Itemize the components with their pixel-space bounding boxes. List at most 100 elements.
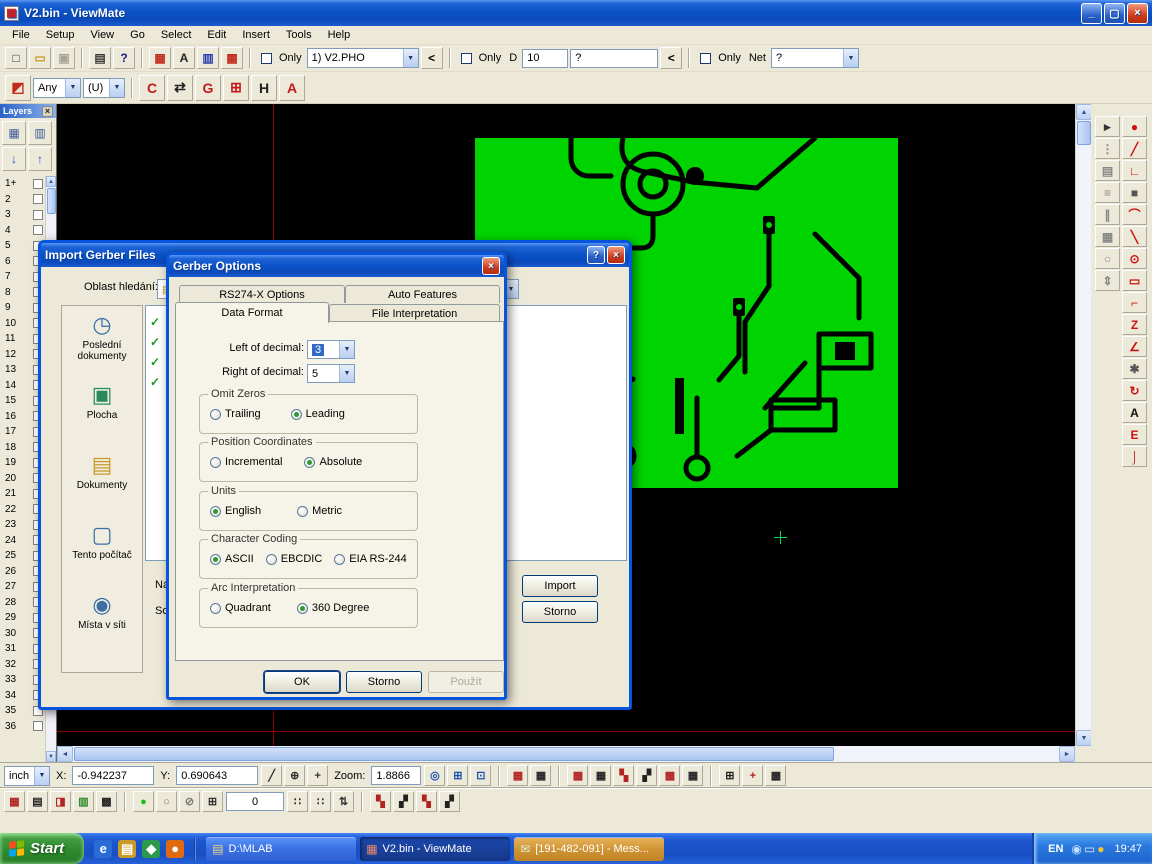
menu-item[interactable]: Help [320,27,359,43]
menu-item[interactable]: Tools [278,27,320,43]
circle-outline-icon[interactable]: ○ [156,791,177,812]
pattern-icon-6[interactable]: ▦ [682,765,703,786]
vertical-resize-icon[interactable]: ⇕ [1095,270,1120,291]
taskbar-task-button[interactable]: ▦ V2.bin - ViewMate [360,837,510,861]
pattern-icon-5[interactable]: ▩ [659,765,680,786]
apply-button[interactable]: Použít [428,671,504,693]
any-filter-combo[interactable]: Any ▼ [33,78,81,98]
circle-view-icon[interactable]: ○ [1095,248,1120,269]
pattern-icon-3[interactable]: ▚ [613,765,634,786]
menu-item[interactable]: Edit [199,27,234,43]
move-layer-down-icon[interactable]: ↓ [2,147,26,171]
vertical-scrollbar[interactable]: ▲ ▼ [1075,104,1091,746]
swap-tool-icon[interactable]: ⇄ [167,75,193,101]
radio-option[interactable]: Incremental [210,456,282,468]
chevron-down-icon[interactable]: ▼ [403,49,418,67]
messenger-tray-icon[interactable]: ● [1097,843,1104,855]
chevron-down-icon[interactable]: ▼ [339,365,354,382]
dcode-query-input[interactable]: ? [570,49,658,68]
context-help-icon[interactable]: ? [113,47,135,69]
layer-color-swatch[interactable] [33,194,43,204]
unit-filter-combo[interactable]: (U) ▼ [83,78,125,98]
pattern-icon-4[interactable]: ▞ [636,765,657,786]
draw-rect-icon[interactable]: ▭ [1122,270,1147,291]
pattern-icon-2[interactable]: ▦ [590,765,611,786]
tab-file-interpretation[interactable]: File Interpretation [329,304,500,322]
browser-launch-icon[interactable]: ● [166,840,184,858]
a-tool-icon[interactable]: A [279,75,305,101]
taskbar-task-button[interactable]: ▤ D:\MLAB [206,837,356,861]
chevron-down-icon[interactable]: ▼ [339,341,354,358]
language-indicator[interactable]: EN [1048,843,1063,855]
edge-tool-icon[interactable]: E [1122,424,1147,445]
pattern-icon-1[interactable]: ▩ [567,765,588,786]
open-file-icon[interactable]: ▭ [29,47,51,69]
select-mode-icon[interactable]: ◩ [5,75,31,101]
menu-item[interactable]: Insert [234,27,278,43]
checker-icon-2[interactable]: ▞ [393,791,414,812]
layers-stack-icon[interactable]: ▥ [28,121,52,145]
maximize-button[interactable]: ▢ [1104,3,1125,24]
checker-icon-4[interactable]: ▞ [439,791,460,812]
layer-row[interactable]: 1+ [0,176,46,192]
gear-icon[interactable]: ✱ [1122,358,1147,379]
tab-data-format[interactable]: Data Format [175,302,329,323]
angle-measure-icon[interactable]: ∠ [1122,336,1147,357]
checker-icon-1[interactable]: ▚ [370,791,391,812]
desktop-icon[interactable]: ▣ Plocha [62,382,142,452]
my-computer-icon[interactable]: ▢ Tento počítač [62,522,142,592]
hatch-view-icon[interactable]: ∥ [1095,204,1120,225]
scroll-thumb[interactable] [74,747,834,761]
only-file-checkbox[interactable] [261,53,272,64]
mask-pattern-icon[interactable]: ▩ [765,765,786,786]
grid-dark-icon[interactable]: ▦ [530,765,551,786]
network-places-icon[interactable]: ◉ Místa v síti [62,592,142,662]
previous-dcode-button[interactable]: < [660,47,682,69]
grid-view-icon[interactable]: ▦ [1095,226,1120,247]
tab-rs274x-options[interactable]: RS274-X Options [179,285,345,303]
layer-color-swatch[interactable] [33,225,43,235]
cross-pattern-icon[interactable]: + [742,765,763,786]
menu-item[interactable]: File [4,27,38,43]
menu-item[interactable]: Setup [38,27,83,43]
close-icon[interactable]: × [42,106,53,117]
taskbar-task-button[interactable]: ✉ [191-482-091] - Mess... [514,837,664,861]
save-icon[interactable]: ▣ [53,47,75,69]
circle-slash-icon[interactable]: ⊘ [179,791,200,812]
messenger-launch-icon[interactable]: ◆ [142,840,160,858]
net-combo[interactable]: ? ▼ [771,48,859,68]
layer-row[interactable]: 3 [0,207,46,223]
measure-distance-icon[interactable]: ╱ [261,765,282,786]
only-net-checkbox[interactable] [700,53,711,64]
film-half-icon[interactable]: ◨ [50,791,71,812]
minimize-button[interactable]: _ [1081,3,1102,24]
grid-tool-icon[interactable]: ⊞ [223,75,249,101]
recent-documents-icon[interactable]: ◷ Poslední dokumenty [62,312,142,382]
cancel-button[interactable]: Storno [346,671,422,693]
zigzag-tool-icon[interactable]: Z [1122,314,1147,335]
draw-line-icon[interactable]: ╱ [1122,138,1147,159]
scroll-right-icon[interactable]: ► [1059,746,1075,762]
g-tool-icon[interactable]: G [195,75,221,101]
scroll-thumb[interactable] [1077,121,1091,145]
menu-item[interactable]: Select [153,27,200,43]
film-hatch-icon[interactable]: ▩ [96,791,117,812]
layer-color-swatch[interactable] [33,721,43,731]
radio-option[interactable]: Absolute [304,456,362,468]
new-file-icon[interactable]: □ [5,47,27,69]
query-points-icon[interactable]: ⋮ [1095,138,1120,159]
grid-red-icon[interactable]: ▦ [507,765,528,786]
notch-tool-icon[interactable]: ⌐ [1122,292,1147,313]
start-button[interactable]: Start [0,833,84,864]
previous-file-button[interactable]: < [421,47,443,69]
layer-color-swatch[interactable] [33,179,43,189]
right-of-decimal-combo[interactable]: 5 ▼ [307,364,355,383]
hook-tool-icon[interactable]: ⌡ [1122,446,1147,467]
zoom-field[interactable]: 1.8866 [371,766,421,785]
horizontal-scrollbar[interactable]: ◄ ► [57,746,1075,762]
h-tool-icon[interactable]: H [251,75,277,101]
radio-option[interactable]: Trailing [210,408,261,420]
origin-icon[interactable]: ⊕ [284,765,305,786]
layer-row[interactable]: 2 [0,192,46,208]
safely-remove-icon[interactable]: ◉ [1071,843,1081,855]
